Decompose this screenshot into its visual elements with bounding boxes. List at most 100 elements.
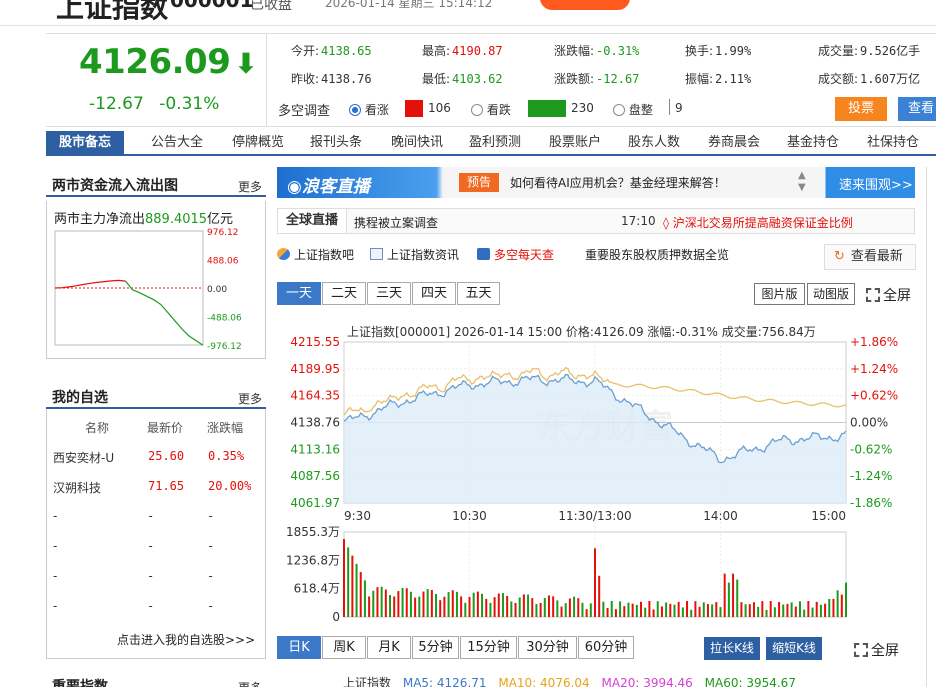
view-button[interactable]: 查看 (898, 97, 936, 121)
news-headline-2[interactable]: ◊ 沪深北交易所提高融资保证金比例 (663, 214, 853, 231)
volume-bar (447, 592, 450, 617)
kline-tab[interactable]: 5分钟 (412, 636, 459, 659)
volume-bar (706, 604, 709, 617)
kline-tab[interactable]: 周K (322, 636, 366, 659)
nav-item[interactable]: 停牌概览 (232, 131, 284, 154)
daily-check-link[interactable]: 多空每天查 (477, 246, 554, 263)
volume-bar (401, 588, 404, 617)
col-name: 名称 (85, 421, 110, 435)
banner-go-link[interactable]: 速来围观>> (839, 174, 913, 193)
nav-item[interactable]: 券商晨会 (708, 131, 760, 154)
quote-datetime: 2026-01-14 星期三 15:14:12 (325, 0, 493, 10)
kline-tab[interactable]: 15分钟 (460, 636, 517, 659)
volume-bar (556, 600, 559, 617)
kline-tab[interactable]: 60分钟 (578, 636, 634, 659)
watchlist-enter-link[interactable]: 点击进入我的自选股>>> (117, 631, 255, 648)
volume-bar (623, 606, 626, 617)
vote-button[interactable]: 投票 (835, 97, 887, 121)
flow-tick: 0.00 (207, 285, 227, 295)
poll-bull-option[interactable]: 看涨 (349, 101, 389, 118)
volume-bar (535, 603, 538, 617)
nav-memo-tab[interactable]: 股市备忘 (46, 131, 124, 154)
poll-flat-option[interactable]: 盘整 (613, 101, 653, 118)
down-arrow-icon: ⬇ (234, 47, 258, 80)
volume-bar (455, 591, 458, 617)
watch-pct: 20.00% (208, 479, 252, 493)
pct-tick: -1.24% (850, 469, 892, 483)
volume-bar (376, 587, 379, 617)
flow-more-link[interactable]: 更多 (238, 178, 262, 195)
kline-tab[interactable]: 30分钟 (518, 636, 577, 659)
watch-name[interactable]: 西安奕材-U (53, 449, 114, 466)
watchlist-header: 我的自选 更多 (46, 383, 266, 409)
nav-item[interactable]: 公告大全 (151, 131, 203, 154)
pledge-data-link[interactable]: 重要股东股权质押数据全览 (585, 246, 729, 263)
volume-bar (836, 590, 839, 617)
watchlist-panel: 名称 最新价 涨跌幅 西安奕材-U 25.60 0.35% 汉朔科技 71.65 20.0… (46, 409, 266, 659)
volume-bar (614, 609, 617, 617)
kline-fullscreen-button[interactable]: 全屏 (854, 640, 899, 660)
period-tab[interactable]: 四天 (412, 282, 456, 305)
news-link[interactable]: 上证指数资讯 (370, 246, 459, 263)
animated-version-button[interactable]: 动图版 (807, 283, 855, 305)
kline-tab[interactable]: 日K (277, 636, 321, 659)
watchlist-title: 我的自选 (52, 390, 108, 406)
forum-link[interactable]: 上证指数吧 (277, 246, 354, 263)
time-tick: 11:30/13:00 (558, 509, 631, 523)
radio-icon (349, 104, 361, 116)
poll-bear-option[interactable]: 看跌 (471, 101, 511, 118)
period-tab[interactable]: 一天 (277, 282, 321, 305)
volume-bar (811, 607, 814, 617)
watch-price: - (147, 509, 155, 523)
nav-item[interactable]: 基金持仓 (787, 131, 839, 154)
nav-item[interactable]: 股票账户 (549, 131, 601, 154)
watch-name: - (53, 539, 58, 553)
kline-tab[interactable]: 月K (367, 636, 411, 659)
global-live-tab[interactable]: 全球直播 (278, 209, 347, 233)
watch-name[interactable]: 汉朔科技 (53, 479, 101, 496)
nav-item[interactable]: 晚间快讯 (391, 131, 443, 154)
live-banner[interactable]: ◉浪客直播 预告 如何看待AI应用机会？基金经理来解答！ ▲ ▼ 速来围观>> (277, 167, 915, 198)
volume-bar (560, 606, 563, 617)
stretch-kline-button[interactable]: 拉长K线 (704, 637, 760, 660)
nav-item[interactable]: 报刊头条 (310, 131, 362, 154)
volume-tick: 1236.8万 (286, 553, 340, 567)
nav-item[interactable]: 股东人数 (628, 131, 680, 154)
volume-bar (435, 594, 438, 617)
current-price: 4126.09 ⬇ (79, 42, 258, 82)
refresh-icon: ↻ (834, 249, 845, 264)
news-headline[interactable]: 携程被立案调查 (354, 214, 438, 231)
nav-item[interactable]: 盈利预测 (469, 131, 521, 154)
period-tab[interactable]: 三天 (367, 282, 411, 305)
volume-bar (493, 597, 496, 617)
flow-tick: 488.06 (207, 257, 239, 267)
volume-bar (627, 602, 630, 617)
bear-count: 230 (571, 101, 594, 115)
benefit-button[interactable] (540, 0, 630, 10)
fullscreen-button[interactable]: 全屏 (866, 285, 911, 305)
flat-bar (669, 99, 670, 115)
price-tick: 4113.16 (290, 442, 340, 456)
volume-bar (828, 598, 831, 617)
volume-bar (363, 580, 366, 617)
right-column-edge (926, 167, 936, 687)
field-value: -0.31% (596, 44, 640, 58)
volume-bar (673, 604, 676, 617)
period-tab[interactable]: 二天 (322, 282, 366, 305)
flow-summary: 两市主力净流出889.4015亿元 (54, 212, 234, 227)
watchlist-more-link[interactable]: 更多 (238, 390, 262, 407)
sort-icon: ▲ ▼ (798, 170, 806, 193)
period-tab[interactable]: 五天 (457, 282, 500, 305)
image-version-button[interactable]: 图片版 (754, 283, 805, 305)
volume-bar (702, 602, 705, 617)
shrink-kline-button[interactable]: 缩短K线 (766, 637, 822, 660)
ma5: MA5: 4126.71 (402, 676, 487, 687)
volume-bar (761, 601, 764, 617)
nav-item[interactable]: 社保持仓 (867, 131, 919, 154)
field-value: 4103.62 (452, 72, 503, 86)
volume-bar (497, 593, 500, 617)
watch-price: - (147, 599, 155, 613)
refresh-button[interactable]: ↻ 查看最新 (824, 244, 916, 270)
field-label: 成交额: (818, 72, 859, 86)
quote-field: 成交额: 1.607万亿 (818, 70, 920, 87)
